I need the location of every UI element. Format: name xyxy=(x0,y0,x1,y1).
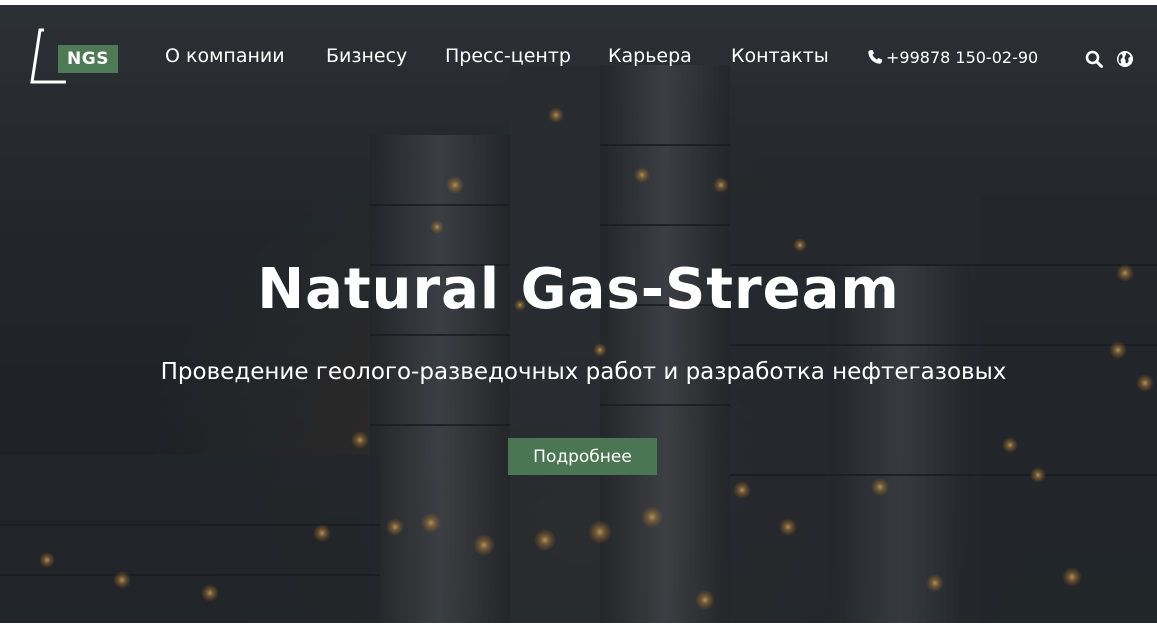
nav-item-about[interactable]: О компании xyxy=(165,45,285,67)
logo-badge: NGS xyxy=(58,45,118,73)
nav-item-careers[interactable]: Карьера xyxy=(608,45,692,67)
globe-icon[interactable] xyxy=(1116,50,1134,68)
hero-subtitle: Проведение геолого-разведочных работ и р… xyxy=(160,359,1007,385)
phone-link[interactable]: +99878 150-02-90 xyxy=(867,48,1038,67)
search-icon[interactable] xyxy=(1085,50,1103,68)
ngs-logo[interactable]: NGS xyxy=(30,27,120,87)
hero-title: Natural Gas-Stream xyxy=(257,257,900,322)
bottom-border xyxy=(0,623,1157,628)
nav-item-contacts[interactable]: Контакты xyxy=(731,45,829,67)
nav-item-business[interactable]: Бизнесу xyxy=(326,45,407,67)
logo-text: NGS xyxy=(67,49,109,69)
more-details-button[interactable]: Подробнее xyxy=(508,438,657,475)
phone-icon xyxy=(868,50,882,64)
nav-item-press-center[interactable]: Пресс-центр xyxy=(445,45,571,67)
phone-number: +99878 150-02-90 xyxy=(886,48,1039,67)
hero-banner: NGS О компании Бизнесу Пресс-центр Карье… xyxy=(0,5,1157,623)
